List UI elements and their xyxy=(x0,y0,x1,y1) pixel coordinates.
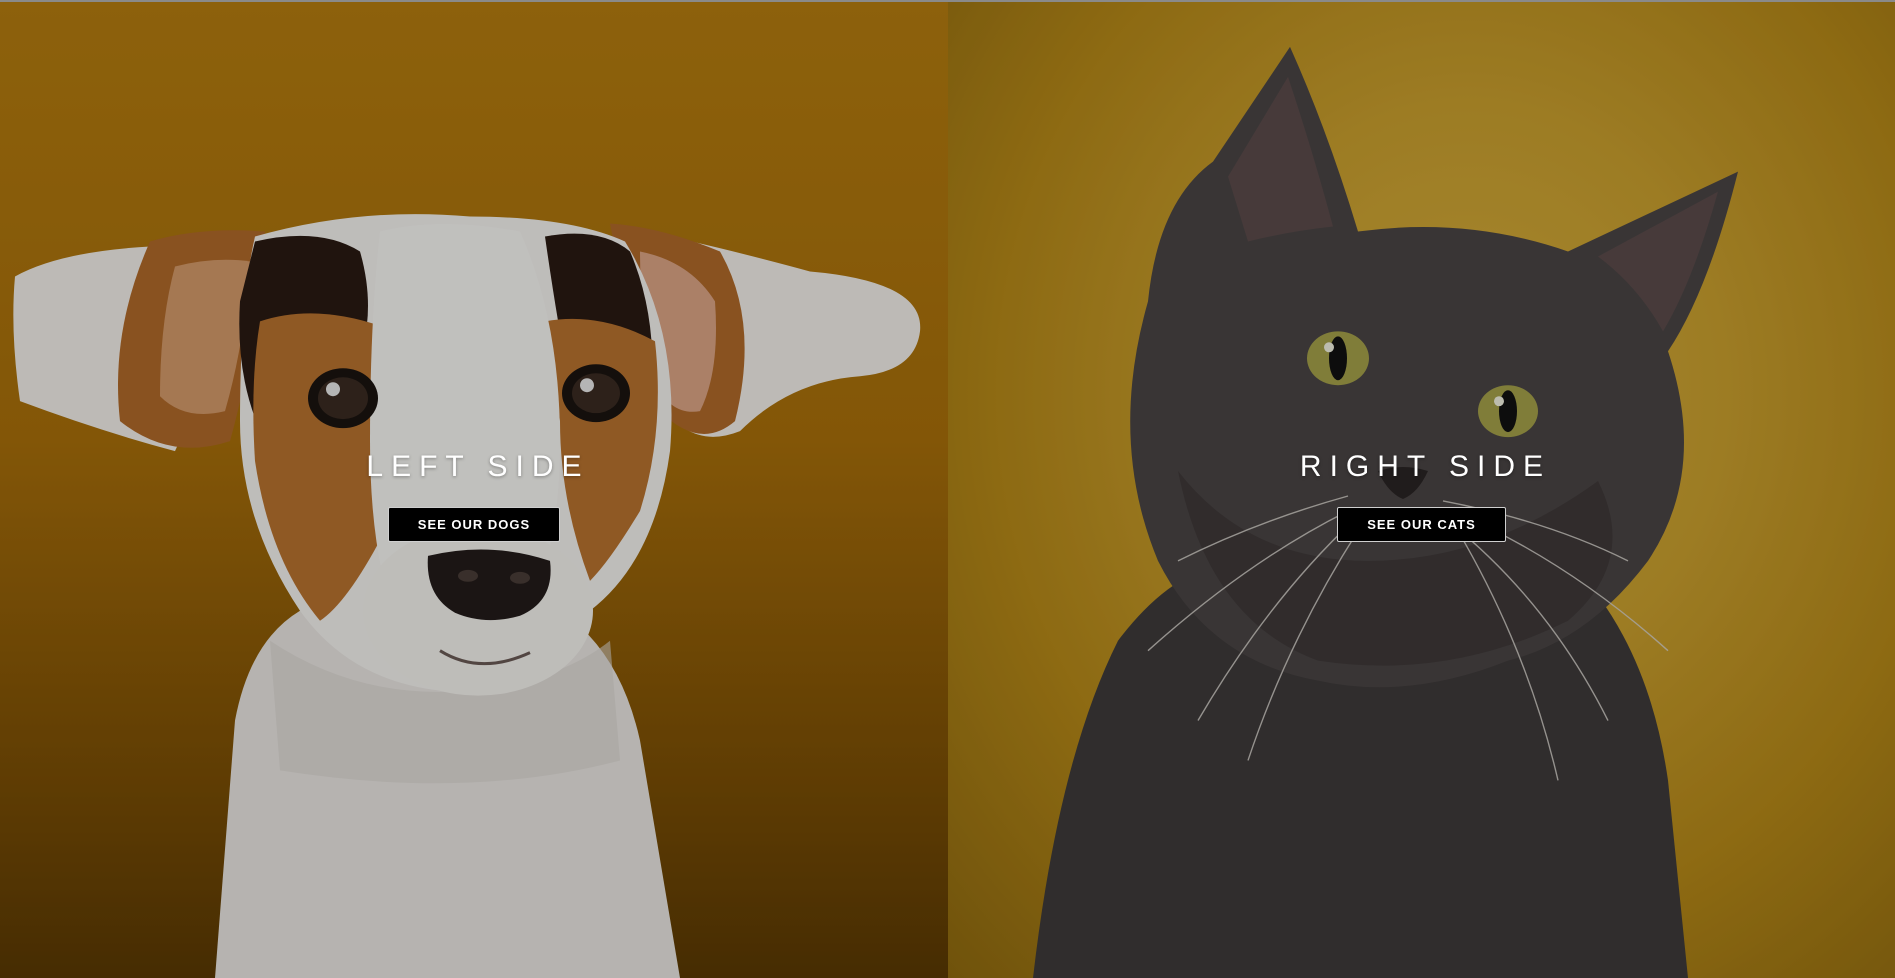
split-screen: LEFT SIDE SEE OUR DOGS RIGHT SIDE SEE OU… xyxy=(0,0,1895,978)
see-our-dogs-button[interactable]: SEE OUR DOGS xyxy=(387,507,561,542)
see-our-cats-button[interactable]: SEE OUR CATS xyxy=(1337,507,1506,542)
left-panel: LEFT SIDE SEE OUR DOGS xyxy=(0,2,948,978)
right-title: RIGHT SIDE xyxy=(1299,450,1552,483)
right-content: RIGHT SIDE SEE OUR CATS xyxy=(948,447,1895,542)
right-panel: RIGHT SIDE SEE OUR CATS xyxy=(948,2,1895,978)
left-title: LEFT SIDE xyxy=(366,450,590,483)
left-content: LEFT SIDE SEE OUR DOGS xyxy=(0,447,948,542)
